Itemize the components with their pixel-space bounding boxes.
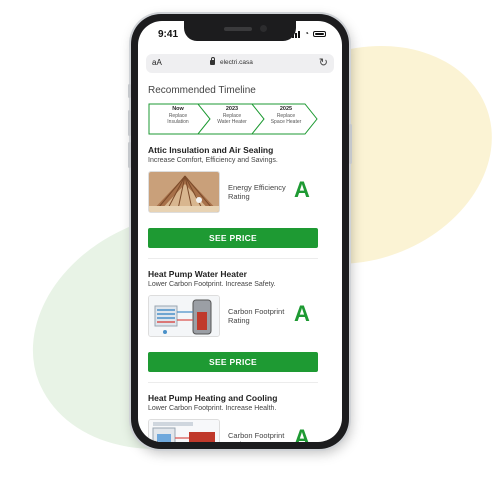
status-time: 9:41 [158, 29, 179, 40]
timeline-step-now: Now Replace Insulation [148, 106, 208, 125]
recommended-timeline: Now Replace Insulation 2023 Replace Wate… [148, 103, 318, 135]
see-price-button[interactable]: SEE PRICE [148, 228, 318, 248]
recommendation-card-attic: Attic Insulation and Air Sealing Increas… [148, 145, 332, 259]
heat-pump-diagram [148, 419, 220, 442]
mute-switch [128, 84, 131, 98]
recommendation-card-heat-pump: Heat Pump Heating and Cooling Lower Carb… [148, 393, 332, 442]
camera [260, 25, 267, 32]
card-subtitle: Lower Carbon Footprint. Increase Health. [148, 405, 277, 412]
phone-screen: 9:41 ◔ aA electri.casa ↻ Recommended Tim… [138, 21, 342, 442]
attic-photo [148, 171, 220, 213]
rating-grade: A [294, 425, 310, 442]
browser-address-bar[interactable]: aA electri.casa ↻ [146, 54, 334, 73]
see-price-button[interactable]: SEE PRICE [148, 352, 318, 372]
rating-grade: A [294, 177, 310, 202]
card-rating-row: Carbon Footprint Rating A [148, 419, 332, 442]
rating-grade: A [294, 301, 310, 326]
timeline-title: Recommended Timeline [148, 85, 256, 96]
step-when: 2023 [225, 106, 239, 112]
timeline-step-2023: 2023 Replace Water Heater [202, 106, 262, 125]
battery-icon [313, 31, 326, 37]
rating-label: Carbon Footprint Rating [228, 431, 285, 442]
lock-icon [210, 57, 215, 65]
card-rating-row: Carbon Footprint Rating A [148, 295, 332, 340]
volume-up-button [128, 110, 131, 136]
step-what: Replace Water Heater [217, 113, 247, 125]
card-title: Heat Pump Heating and Cooling [148, 393, 278, 403]
reload-icon[interactable]: ↻ [319, 56, 328, 69]
recommendation-card-water-heater: Heat Pump Water Heater Lower Carbon Foot… [148, 269, 332, 383]
divider [148, 258, 318, 259]
page-content: Recommended Timeline Now Replace Insulat… [148, 77, 332, 442]
url-text[interactable]: electri.casa [220, 59, 253, 66]
step-what: Replace Space Heater [270, 113, 302, 125]
rating-label: Energy Efficiency Rating [228, 183, 286, 201]
step-what: Replace Insulation [167, 113, 189, 125]
card-subtitle: Increase Comfort, Efficiency and Savings… [148, 157, 278, 164]
card-rating-row: Energy Efficiency Rating A [148, 171, 332, 216]
text-size-button[interactable]: aA [152, 58, 162, 67]
notch [184, 21, 296, 41]
step-when: 2025 [279, 106, 293, 112]
phone-frame: 9:41 ◔ aA electri.casa ↻ Recommended Tim… [128, 14, 352, 449]
card-subtitle: Lower Carbon Footprint. Increase Safety. [148, 281, 276, 288]
divider [148, 382, 318, 383]
rating-label: Carbon Footprint Rating [228, 307, 285, 325]
timeline-step-2025: 2025 Replace Space Heater [256, 106, 316, 125]
card-title: Attic Insulation and Air Sealing [148, 145, 274, 155]
volume-down-button [128, 142, 131, 168]
step-when: Now [172, 106, 184, 112]
power-button [349, 124, 352, 164]
card-title: Heat Pump Water Heater [148, 269, 247, 279]
speaker [224, 27, 252, 31]
wifi-icon: ◔ [304, 29, 309, 38]
water-heater-diagram [148, 295, 220, 337]
